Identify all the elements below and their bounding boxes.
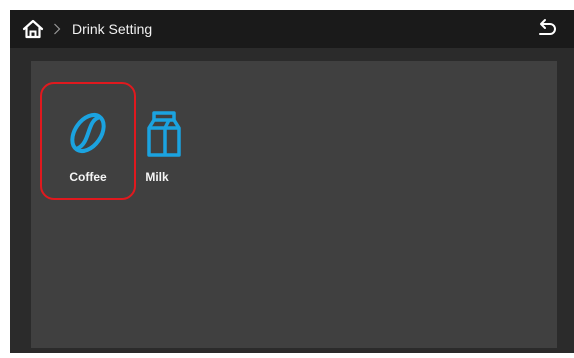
back-arrow-icon: [539, 19, 556, 35]
milk-label: Milk: [145, 170, 169, 184]
page-title: Drink Setting: [72, 21, 153, 37]
header-bar: Drink Setting: [10, 10, 574, 48]
home-icon: [22, 19, 44, 39]
milk-carton-icon: [147, 111, 182, 157]
chevron-right-icon: [54, 23, 61, 35]
app-screen: Drink Setting Coffee Milk: [10, 10, 574, 353]
back-button[interactable]: [536, 18, 558, 40]
coffee-bean-icon: [70, 112, 106, 154]
milk-tile[interactable]: Milk: [131, 84, 227, 202]
drink-options-panel: Coffee Milk: [31, 61, 557, 348]
home-button[interactable]: [22, 19, 44, 39]
